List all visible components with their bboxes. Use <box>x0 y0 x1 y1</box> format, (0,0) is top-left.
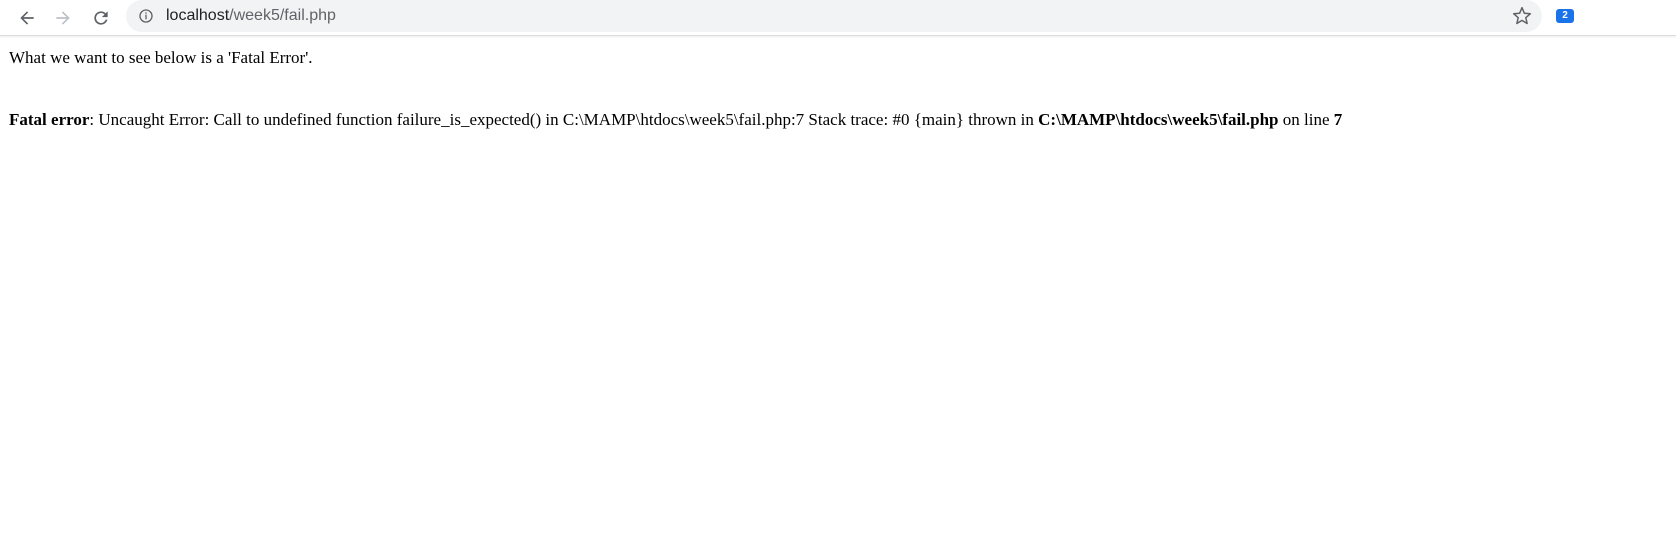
url-text[interactable]: localhost/week5/fail.php <box>166 6 336 26</box>
error-label: Fatal error <box>9 110 90 129</box>
error-message: : Uncaught Error: Call to undefined func… <box>89 110 1039 129</box>
arrow-left-icon <box>20 11 34 25</box>
error-file: C:\MAMP\htdocs\week5\fail.php <box>1038 110 1279 129</box>
reload-icon <box>94 11 108 25</box>
intro-text: What we want to see below is a 'Fatal Er… <box>9 48 313 67</box>
url-path: /week5/fail.php <box>229 7 336 24</box>
fatal-error-message: Fatal error: Uncaught Error: Call to und… <box>9 110 1342 130</box>
arrow-right-icon <box>56 11 70 25</box>
error-on-line-text: on line <box>1278 110 1334 129</box>
extension-badge[interactable]: 2 <box>1556 9 1574 23</box>
star-icon[interactable] <box>1512 6 1532 26</box>
browser-toolbar: localhost/week5/fail.php 2 <box>0 0 1676 36</box>
error-line-number: 7 <box>1333 110 1343 129</box>
info-icon[interactable] <box>138 8 154 24</box>
address-bar[interactable]: localhost/week5/fail.php <box>126 0 1542 32</box>
forward-button[interactable] <box>48 3 78 33</box>
url-host: localhost <box>166 7 230 24</box>
back-button[interactable] <box>12 3 42 33</box>
reload-button[interactable] <box>86 3 116 33</box>
